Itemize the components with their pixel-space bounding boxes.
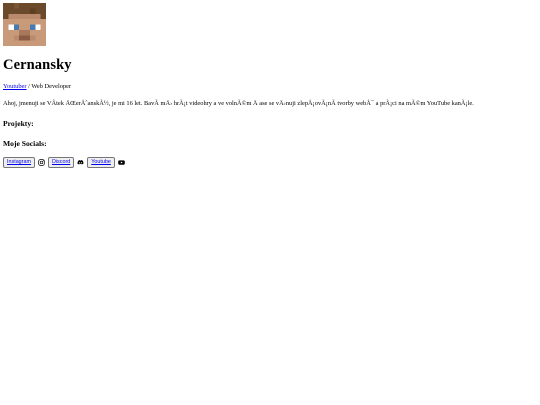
youtube-icon: [118, 160, 125, 165]
avatar: [3, 3, 46, 46]
discord-button[interactable]: Discord: [47, 157, 75, 168]
youtuber-link[interactable]: Youtuber: [3, 83, 27, 90]
socials-heading: Moje Socials:: [3, 139, 47, 149]
page-title: Cernansky: [3, 57, 72, 73]
instagram-icon: [38, 159, 45, 166]
role-line: Youtuber / Web Developer: [3, 83, 537, 91]
bio-text: Ahoj, jmenuji se VÃ­tek ÄŒerÅˆanskÃ½, je…: [3, 99, 474, 107]
role-text: Web Developer: [31, 83, 72, 91]
youtube-button[interactable]: Youtube: [87, 157, 115, 168]
discord-icon: [77, 160, 84, 165]
socials-row: Instagram Discord Youtube: [3, 157, 537, 168]
instagram-button[interactable]: Instagram: [3, 157, 35, 168]
projects-heading: Projekty:: [3, 119, 34, 129]
profile-page: Cernansky Youtuber / Web Developer Ahoj,…: [0, 0, 540, 405]
